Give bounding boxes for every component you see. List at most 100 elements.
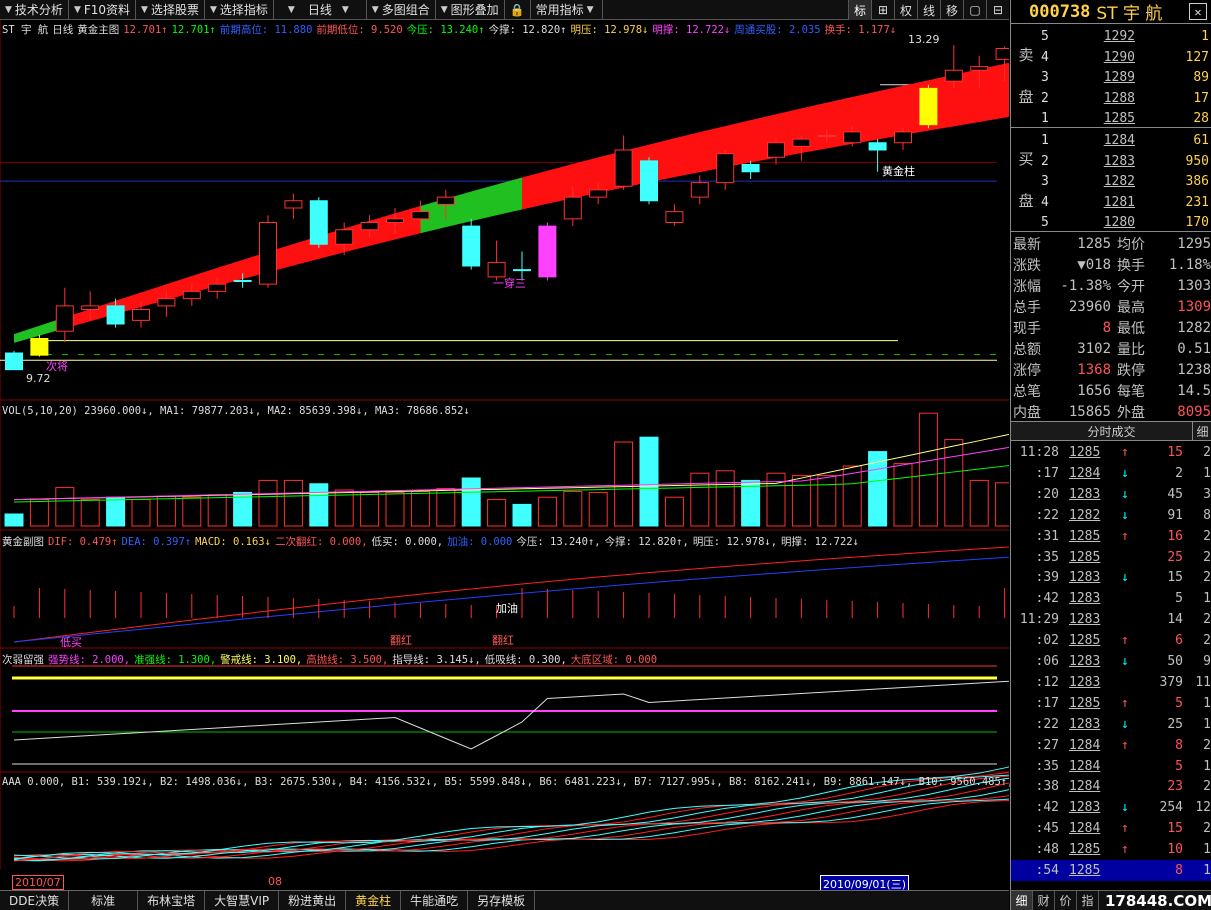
select-indicator-menu[interactable]: ▼ 选择指标 [205,0,274,20]
buy-level-row[interactable]: 3 1282 386 [1041,171,1211,192]
sell-level-row[interactable]: 5 1292 1 [1041,26,1211,47]
tick-row[interactable]: :54 1285 8 1 [1011,860,1211,881]
buy-book: 买 盘 1 1284 61 2 1283 950 3 1282 386 4 1281 231 5 1280… [1011,128,1211,232]
tick-row[interactable]: 11:29 1283 14 2 [1011,609,1211,630]
rights-button[interactable]: 权 [894,0,917,20]
sell-level-row[interactable]: 2 1288 17 [1041,88,1211,109]
grid-button[interactable]: ⊞ [871,0,894,20]
tick-row[interactable]: :39 1283 ↓ 15 2 [1011,567,1211,588]
level-number: 1 [1041,133,1049,148]
buy-level-row[interactable]: 2 1283 950 [1041,151,1211,172]
volume-bar [537,496,557,527]
line-button[interactable]: 线 [917,0,940,20]
tick-row[interactable]: :42 1283 5 1 [1011,588,1211,609]
minimize-button[interactable]: ⊟ [986,0,1009,20]
tick-row[interactable]: :22 1283 ↓ 25 1 [1011,714,1211,735]
aaa-band-line [13,789,1009,859]
buy-level-row[interactable]: 4 1281 231 [1041,192,1211,213]
candle-body [995,48,1009,60]
quote-value: 1.18% [1168,256,1211,273]
overlay-menu[interactable]: ▼ 图形叠加 [436,0,505,20]
dimai-label: 低买 [60,636,82,649]
tick-row[interactable]: :17 1285 ↑ 5 1 [1011,693,1211,714]
tick-row[interactable]: 11:28 1285 ↑ 15 2 [1011,442,1211,463]
tick-detail-button[interactable]: 细 [1192,422,1211,440]
tick-volume: 25 [1167,549,1183,565]
kline-chart[interactable]: 13.29 9.72 黄金柱次将 一穿三加油低买 翻红 翻红 [0,20,1009,870]
sell-level-row[interactable]: 4 1290 127 [1041,47,1211,68]
tick-header: 分时成交 细 [1011,421,1211,441]
candle-body [335,229,354,245]
volume-bar [715,470,735,527]
tab-pink-yellow[interactable]: 粉进黄出 [279,890,347,910]
tick-direction-icon: ↓ [1121,654,1129,669]
tick-row[interactable]: :45 1284 ↑ 15 2 [1011,818,1211,839]
tick-row[interactable]: :35 1285 25 2 [1011,547,1211,568]
close-icon[interactable]: ✕ [1189,3,1207,20]
select-stock-menu[interactable]: ▼ 选择股票 [136,0,205,20]
multi-chart-menu[interactable]: ▼ 多图组合 [367,0,436,20]
tick-price: 1283 [1069,800,1101,816]
tick-row[interactable]: :27 1284 ↑ 8 2 [1011,735,1211,756]
quote-label: 外盘 [1117,404,1145,421]
common-indicators-menu[interactable]: 常用指标 ▼ [531,0,603,20]
tick-row[interactable]: :42 1283 ↓ 254 12 [1011,797,1211,818]
tick-row[interactable]: :48 1285 ↑ 10 1 [1011,839,1211,860]
tab-price[interactable]: 价 [1055,890,1077,910]
tab-vip[interactable]: 大智慧VIP [205,890,280,910]
candle-body [182,290,201,300]
quote-label: 涨幅 [1013,278,1041,295]
tab-detail[interactable]: 细 [1011,890,1033,910]
candle-body [767,142,785,158]
tick-price: 1282 [1069,507,1101,523]
quote-value: 15865 [1068,403,1111,420]
level-price: 1283 [1103,153,1135,169]
candle-body [309,200,328,245]
tech-analysis-menu[interactable]: ▼ 技术分析 [0,0,69,20]
macd-jincheng: 今撑: 12.820↑, [604,536,689,548]
tick-row[interactable]: :20 1283 ↓ 45 3 [1011,484,1211,505]
quote-row: 涨幅 -1.38% 今开 1303 [1011,275,1211,296]
tab-index[interactable]: 指 [1077,890,1099,910]
volume-bar [817,475,837,527]
candle-body [894,131,912,144]
tab-finance[interactable]: 财 [1033,890,1055,910]
f10-menu[interactable]: ▼ F10资料 [69,0,137,20]
tab-dde[interactable]: DDE决策 [0,890,70,910]
tab-bull[interactable]: 牛能通吃 [401,890,469,910]
tick-time: :31 [1035,528,1059,544]
volume-bar [410,490,430,527]
mark-button[interactable]: 标 [848,0,871,20]
quote-label: 最低 [1117,320,1145,337]
tick-row[interactable]: :35 1284 5 1 [1011,756,1211,777]
level-price: 1282 [1103,174,1135,189]
volume-bar [258,479,278,527]
tick-price: 1285 [1069,549,1101,565]
tab-standard[interactable]: 标准 [69,890,139,910]
tick-volume: 8 [1175,863,1183,878]
period-menu[interactable]: ▼ 日线 ▼ [274,0,367,20]
legend-tmr-support: 明撑: 12.722↓ [652,24,731,36]
tab-golden-pillar[interactable]: 黄金柱 [346,890,402,910]
quote-value: ▼018 [1077,256,1111,273]
tick-row[interactable]: :06 1283 ↓ 50 9 [1011,651,1211,672]
lock-button[interactable]: 🔒 [505,0,531,20]
move-button[interactable]: 移 [940,0,963,20]
tick-row[interactable]: :12 1283 379 11 [1011,672,1211,693]
sell-level-row[interactable]: 3 1289 89 [1041,67,1211,88]
chart-area[interactable]: 13.29 9.72 黄金柱 次将 一穿三 加油 低买 翻红 翻红 ST 宇 航日线 黄金主图 12… [0,20,1070,893]
tab-bollinger[interactable]: 布林宝塔 [138,890,206,910]
candle-body [132,309,150,321]
tick-row[interactable]: :17 1284 ↓ 2 1 [1011,463,1211,484]
tick-row[interactable]: :38 1284 23 2 [1011,776,1211,797]
window-button[interactable]: ▢ [963,0,986,20]
candle-body [817,135,836,137]
tick-row[interactable]: :31 1285 ↑ 16 2 [1011,526,1211,547]
sell-level-row[interactable]: 1 1285 28 [1041,108,1211,129]
tick-row[interactable]: :02 1285 ↑ 6 2 [1011,630,1211,651]
tab-save-template[interactable]: 另存模板 [468,890,536,910]
buy-level-row[interactable]: 1 1284 61 [1041,130,1211,151]
tick-row[interactable]: :22 1282 ↓ 91 8 [1011,505,1211,526]
tick-price: 1285 [1069,528,1101,544]
buy-level-row[interactable]: 5 1280 170 [1041,212,1211,233]
